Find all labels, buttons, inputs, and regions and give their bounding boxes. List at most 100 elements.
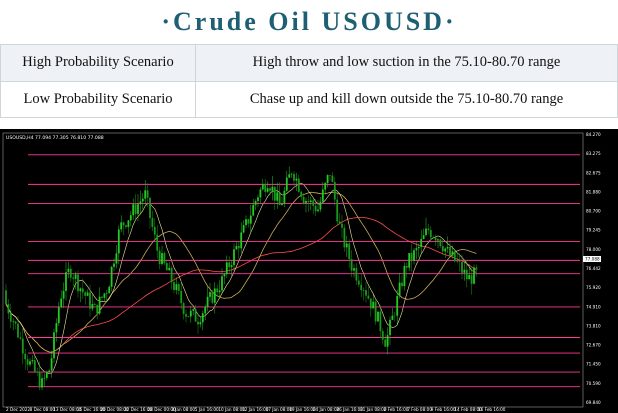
scenario-table: High Probability Scenario High throw and…	[0, 44, 618, 118]
candle-body	[321, 189, 324, 202]
candle-body	[144, 190, 147, 199]
candle-body	[228, 262, 231, 268]
candle-body	[168, 267, 171, 271]
price-tick-label: 78.000	[586, 247, 601, 252]
candle-body	[113, 263, 115, 267]
candle-body	[86, 292, 89, 296]
candle-body	[161, 253, 163, 264]
candle-body	[17, 323, 19, 338]
candle-body	[242, 225, 245, 233]
price-chart[interactable]: USOUSD,H4 77.094 77.305 76.810 77.088 84…	[0, 129, 618, 413]
candle-body	[345, 243, 348, 248]
candle-body	[141, 198, 144, 202]
candle-body	[343, 227, 346, 248]
candle-body	[266, 188, 269, 192]
candle-body	[192, 309, 195, 311]
candle-body	[65, 272, 67, 291]
candle-body	[194, 309, 197, 322]
candle-body	[216, 288, 219, 293]
candle-body	[393, 315, 396, 317]
candle-body	[151, 217, 154, 227]
candle-body	[453, 251, 456, 262]
scenario-label-high: High Probability Scenario	[0, 44, 196, 82]
price-tick-label: 83.275	[586, 151, 601, 156]
candle-body	[374, 301, 377, 322]
candle-body	[225, 262, 228, 275]
price-tick-label: 73.810	[586, 323, 601, 328]
candle-body	[36, 371, 39, 373]
candle-body	[177, 284, 180, 291]
candle-body	[197, 321, 199, 325]
candle-body	[96, 304, 99, 314]
price-tick-label: 75.920	[586, 285, 601, 290]
candle-body	[276, 192, 279, 201]
candle-body	[213, 288, 216, 303]
candle-body	[317, 209, 319, 212]
candle-body	[180, 290, 183, 304]
candle-body	[146, 190, 149, 198]
candle-body	[9, 313, 12, 322]
candle-body	[26, 359, 29, 365]
price-tick-label: 80.700	[586, 209, 601, 214]
candle-body	[211, 292, 214, 303]
time-tick-label: 2 Feb 16:00	[384, 407, 409, 412]
candle-body	[319, 201, 322, 210]
candle-body	[381, 331, 384, 340]
candle-body	[204, 307, 207, 314]
candle-body	[391, 315, 394, 320]
candle-body	[165, 263, 168, 271]
candle-body	[290, 173, 293, 175]
candle-body	[79, 288, 82, 292]
candle-body	[89, 292, 91, 309]
candle-body	[451, 251, 454, 256]
candle-body	[110, 266, 113, 287]
candle-body	[422, 235, 425, 239]
price-tick-label: 76.442	[586, 266, 601, 271]
price-tick-label: 82.675	[586, 170, 601, 175]
candle-body	[175, 284, 178, 291]
candle-body	[185, 314, 187, 317]
candle-body	[470, 275, 473, 284]
price-tick-label: 84.270	[586, 132, 601, 137]
candle-body	[353, 268, 355, 271]
candle-body	[7, 303, 10, 314]
candle-body	[21, 338, 24, 354]
candle-body	[309, 200, 312, 203]
candle-body	[357, 280, 360, 285]
candle-body	[360, 284, 363, 291]
candle-body	[437, 239, 439, 241]
candle-body	[281, 203, 283, 206]
candle-body	[398, 282, 401, 296]
candle-body	[297, 178, 300, 192]
scenario-label-low: Low Probability Scenario	[0, 80, 196, 118]
candle-body	[295, 178, 298, 181]
candle-body	[245, 219, 247, 226]
candle-body	[230, 265, 233, 268]
candle-body	[425, 228, 427, 236]
candle-body	[62, 290, 65, 299]
candle-body	[247, 219, 250, 224]
candle-body	[379, 311, 382, 332]
candle-body	[223, 274, 226, 277]
candle-body	[259, 189, 262, 198]
candle-body	[72, 277, 75, 279]
candle-body	[57, 306, 60, 324]
candle-body	[156, 234, 159, 251]
candle-body	[417, 247, 420, 249]
candle-body	[434, 237, 437, 241]
candle-body	[468, 275, 471, 280]
candle-body	[115, 253, 118, 264]
candle-body	[288, 174, 291, 178]
candle-body	[300, 191, 303, 197]
candle-body	[134, 204, 137, 214]
candle-body	[129, 215, 132, 221]
candle-body	[458, 261, 461, 263]
candle-body	[475, 267, 478, 270]
candle-body	[122, 222, 125, 226]
price-tick-label: 71.450	[586, 362, 601, 367]
candle-body	[158, 250, 161, 264]
candle-body	[427, 228, 430, 231]
candle-body	[173, 282, 175, 291]
candle-body	[182, 303, 185, 315]
candle-body	[355, 268, 358, 281]
